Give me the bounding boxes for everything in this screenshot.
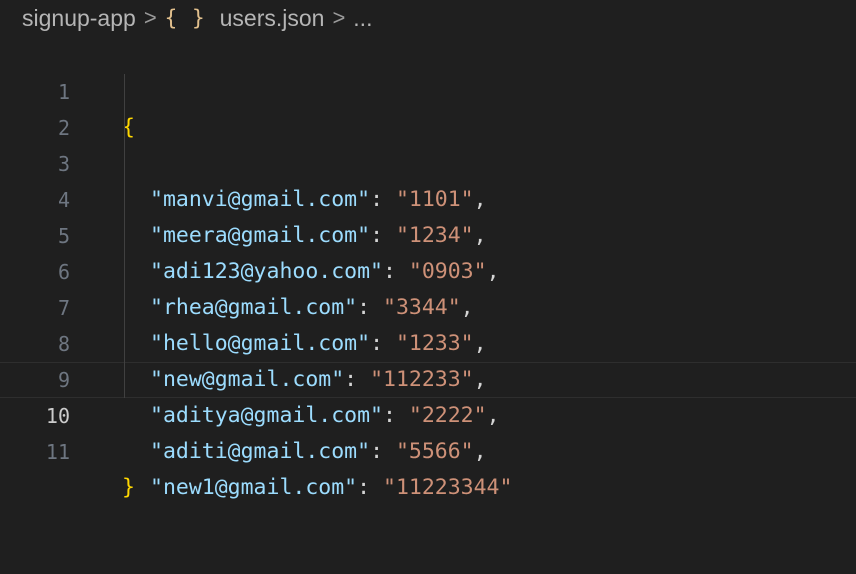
indent-guide (124, 326, 125, 362)
chevron-right-icon: > (143, 5, 157, 30)
breadcrumb-file[interactable]: users.json (220, 5, 325, 32)
colon: : (370, 439, 396, 464)
colon: : (357, 475, 383, 500)
code-line[interactable]: 4 "adi123@yahoo.com": "0903", (0, 146, 856, 284)
code-line[interactable]: 1 { (0, 38, 856, 140)
indent-guide (124, 254, 125, 290)
close-brace: } (122, 475, 135, 500)
json-file-icon: { } (164, 6, 206, 30)
code-area[interactable]: 1 { 2 "manvi@gmail.com": "1101", 3 "meer… (0, 38, 856, 500)
indent-guide (124, 146, 125, 182)
indent-guide (124, 218, 125, 254)
code-editor[interactable]: signup-app > { } users.json > ... 1 { 2 … (0, 0, 856, 574)
code-line[interactable]: 2 "manvi@gmail.com": "1101", (0, 74, 856, 212)
json-key: "new1@gmail.com" (150, 475, 358, 500)
chevron-right-icon: > (332, 5, 346, 30)
json-entry: "new1@gmail.com": "11223344" (150, 470, 512, 506)
json-value: "5566" (395, 439, 474, 464)
breadcrumb-more[interactable]: ... (353, 5, 372, 32)
line-number: 11 (45, 440, 70, 464)
code-line[interactable]: 3 "meera@gmail.com": "1234", (0, 110, 856, 248)
json-value: "11223344" (383, 475, 513, 500)
breadcrumb: signup-app > { } users.json > ... (22, 0, 372, 36)
breadcrumb-folder[interactable]: signup-app (22, 5, 136, 32)
code-line[interactable]: 5 "rhea@gmail.com": "3344", (0, 182, 856, 320)
code-line[interactable]: 6 "hello@gmail.com": "1233", (0, 218, 856, 356)
indent-guide (124, 362, 125, 398)
code-line-current[interactable]: 10 "new1@gmail.com": "11223344" (0, 362, 856, 500)
code-line[interactable]: 8 "aditya@gmail.com": "2222", (0, 290, 856, 428)
code-line[interactable]: 7 "new@gmail.com": "112233", (0, 254, 856, 392)
comma: , (473, 439, 487, 464)
indent-guide (124, 110, 125, 146)
indent-guide (124, 290, 125, 326)
json-key: "aditi@gmail.com" (150, 439, 371, 464)
code-line[interactable]: 11 } (0, 398, 856, 500)
json-entry: "aditi@gmail.com": "5566", (150, 434, 487, 470)
indent-guide (124, 74, 125, 110)
indent-guide (124, 182, 125, 218)
code-line[interactable]: 9 "aditi@gmail.com": "5566", (0, 326, 856, 464)
